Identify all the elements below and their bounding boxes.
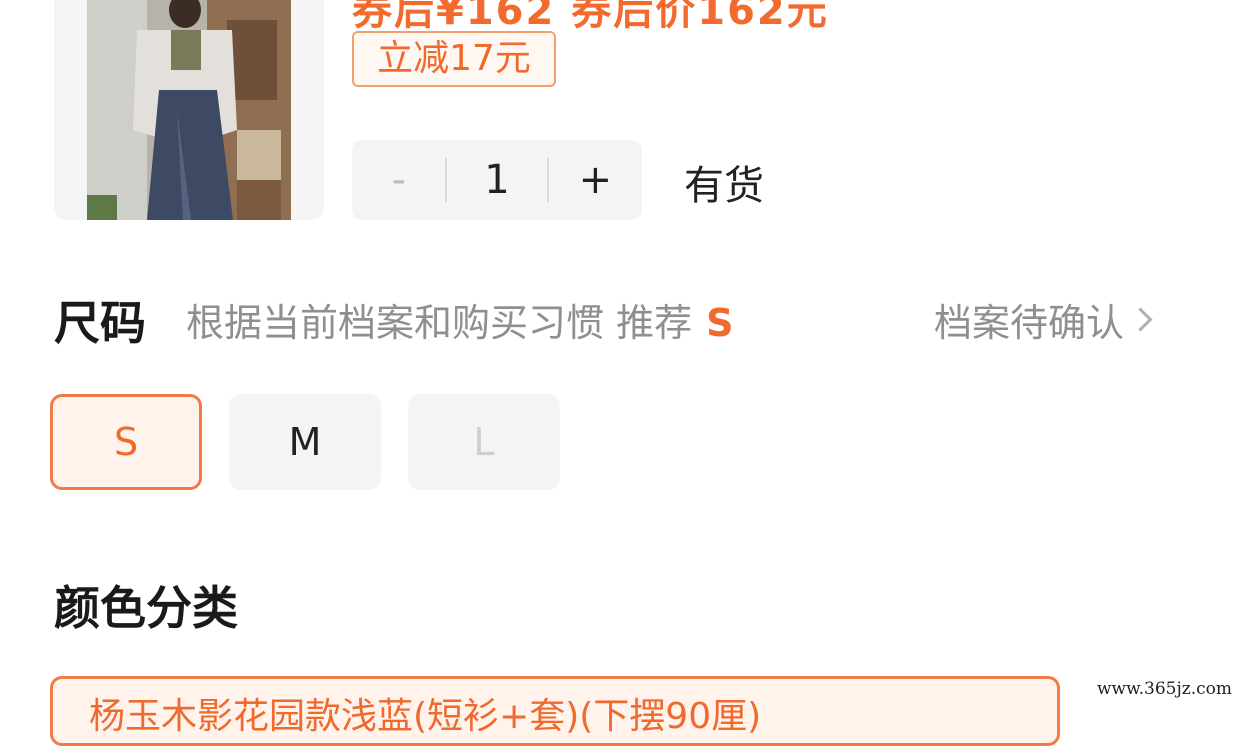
color-option-label: 杨玉木影花园款浅蓝(短衫+套)(下摆90厘) <box>89 696 762 737</box>
watermark: www.365jz.com <box>1093 677 1236 701</box>
increment-button[interactable]: + <box>549 140 642 220</box>
quantity-value[interactable]: 1 <box>447 157 546 203</box>
size-section-title: 尺码 <box>54 296 146 350</box>
chevron-right-icon <box>1128 307 1153 332</box>
stock-status: 有货 <box>684 163 764 209</box>
discount-badge: 立减17元 <box>352 31 556 87</box>
size-option-s[interactable]: S <box>50 394 202 490</box>
size-profile-link[interactable]: 档案待确认 <box>934 292 1153 347</box>
quantity-stepper: - 1 + <box>352 140 642 220</box>
product-photo <box>87 0 291 220</box>
size-recommendation-text: 根据当前档案和购买习惯 推荐 <box>186 301 693 345</box>
size-option-l[interactable]: L <box>408 394 560 490</box>
size-option-m[interactable]: M <box>229 394 381 490</box>
recommended-size: S <box>706 301 734 345</box>
color-option-selected[interactable]: 杨玉木影花园款浅蓝(短衫+套)(下摆90厘) <box>50 676 1060 746</box>
color-section-title: 颜色分类 <box>54 581 238 635</box>
decrement-button[interactable]: - <box>352 140 445 220</box>
product-thumbnail[interactable] <box>54 0 324 220</box>
size-profile-label: 档案待确认 <box>934 301 1125 345</box>
size-recommendation: 根据当前档案和购买习惯 推荐 S <box>186 292 733 347</box>
